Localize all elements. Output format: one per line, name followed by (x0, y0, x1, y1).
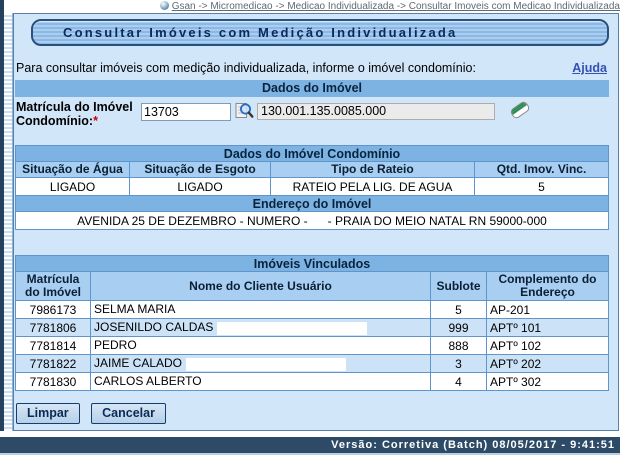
cell-complemento: APTº 102 (487, 337, 608, 354)
col-tipo-rateio: Tipo de Rateio (271, 162, 474, 177)
limpar-button[interactable]: Limpar (16, 403, 80, 424)
endereco-value: AVENIDA 25 DE DEZEMBRO - NUMERO - - PRAI… (16, 212, 608, 229)
col-situacao-esgoto: Situação de Esgoto (130, 162, 270, 177)
col-matricula: Matrícula do Imóvel (16, 272, 90, 300)
footer-version: Versão: Corretiva (Batch) 08/05/2017 - 9… (331, 439, 615, 451)
cell-complemento: AP-201 (487, 301, 608, 318)
footer-bar: Versão: Corretiva (Batch) 08/05/2017 - 9… (0, 437, 620, 453)
redaction-mask (217, 322, 367, 335)
eraser-glyph (507, 97, 533, 123)
cell-nome: PEDRO (91, 337, 430, 354)
linked-table-title: Imóveis Vinculados (16, 256, 608, 271)
cell-nome: CARLOS ALBERTO (91, 373, 430, 390)
magnifier-document-glyph (235, 101, 254, 120)
matricula-label-line1: Matrícula do Imóvel (16, 100, 133, 114)
matricula-input[interactable] (141, 103, 231, 121)
cell-matricula: 7781806 (16, 319, 90, 336)
matricula-label-line2: Condomínio: (16, 114, 93, 128)
cell-complemento: APTº 202 (487, 355, 608, 372)
condo-table: Dados do Imóvel Condomínio Situação de Á… (15, 145, 609, 230)
section-header-dados-imovel: Dados do Imóvel (15, 80, 609, 97)
col-nome-cliente: Nome do Cliente Usuário (91, 272, 430, 300)
intro-row: Para consultar imóveis com medição indiv… (16, 61, 607, 75)
ajuda-link[interactable]: Ajuda (572, 61, 607, 75)
table-row: 7781830 CARLOS ALBERTO 4 APTº 302 (16, 373, 608, 390)
cell-matricula: 7986173 (16, 301, 90, 318)
table-row: 7781806 JOSENILDO CALDAS 999 APTº 101 (16, 319, 608, 336)
cell-tipo-rateio: RATEIO PELA LIG. DE AGUA (271, 178, 474, 195)
condo-table-title: Dados do Imóvel Condomínio (16, 146, 608, 161)
cell-qtd-imov-vinc: 5 (475, 178, 608, 195)
cell-matricula: 7781814 (16, 337, 90, 354)
cancelar-button[interactable]: Cancelar (91, 403, 166, 424)
search-icon[interactable] (235, 101, 254, 120)
col-qtd-imov-vinc: Qtd. Imov. Vinc. (475, 162, 608, 177)
cell-matricula: 7781830 (16, 373, 90, 390)
cell-nome: JOSENILDO CALDAS (91, 319, 430, 336)
redaction-mask (186, 358, 346, 371)
inscricao-readonly: 130.001.135.0085.000 (257, 103, 495, 120)
cell-complemento: APTº 302 (487, 373, 608, 390)
col-situacao-agua: Situação de Água (16, 162, 129, 177)
breadcrumb-links[interactable]: Gsan -> Micromedicao -> Medicao Individu… (172, 1, 620, 12)
cell-nome: JAIME CALADO (91, 355, 430, 372)
required-asterisk: * (93, 114, 98, 128)
content-panel: Consultar Imóveis com Medição Individual… (13, 13, 619, 431)
table-row: 7781822 JAIME CALADO 3 APTº 202 (16, 355, 608, 372)
cliente-nome: JAIME CALADO (94, 356, 182, 370)
matricula-label: Matrícula do Imóvel Condomínio:* (16, 100, 133, 128)
form-area: Matrícula do Imóvel Condomínio:* 130.001… (15, 97, 609, 145)
cliente-nome: PEDRO (94, 338, 137, 352)
endereco-title: Endereço do Imóvel (16, 196, 608, 211)
linked-table: Imóveis Vinculados Matrícula do Imóvel N… (15, 255, 609, 391)
cell-sublote: 3 (431, 355, 486, 372)
cell-complemento: APTº 101 (487, 319, 608, 336)
col-complemento: Complemento do Endereço (487, 272, 608, 300)
linked-table-body: 7986173 SELMA MARIA 5 AP-201 7781806 JOS… (16, 301, 608, 390)
button-row: Limpar Cancelar (16, 403, 173, 424)
cell-sublote: 999 (431, 319, 486, 336)
breadcrumb: Gsan -> Micromedicao -> Medicao Individu… (0, 0, 620, 13)
table-row: 7986173 SELMA MARIA 5 AP-201 (16, 301, 608, 318)
intro-text: Para consultar imóveis com medição indiv… (16, 61, 476, 75)
cell-sublote: 888 (431, 337, 486, 354)
cell-matricula: 7781822 (16, 355, 90, 372)
menu-gutter (4, 13, 13, 431)
cell-nome: SELMA MARIA (91, 301, 430, 318)
cell-sublote: 4 (431, 373, 486, 390)
table-row: 7781814 PEDRO 888 APTº 102 (16, 337, 608, 354)
cell-situacao-esgoto: LIGADO (130, 178, 270, 195)
page-title-box: Consultar Imóveis com Medição Individual… (31, 19, 609, 46)
cell-situacao-agua: LIGADO (16, 178, 129, 195)
cliente-nome: JOSENILDO CALDAS (94, 320, 213, 334)
eraser-icon[interactable] (507, 97, 533, 123)
cliente-nome: CARLOS ALBERTO (94, 374, 202, 388)
col-sublote: Sublote (431, 272, 486, 300)
cell-sublote: 5 (431, 301, 486, 318)
help-ball-icon (160, 1, 169, 10)
cliente-nome: SELMA MARIA (94, 302, 175, 316)
page-title: Consultar Imóveis com Medição Individual… (63, 25, 457, 40)
